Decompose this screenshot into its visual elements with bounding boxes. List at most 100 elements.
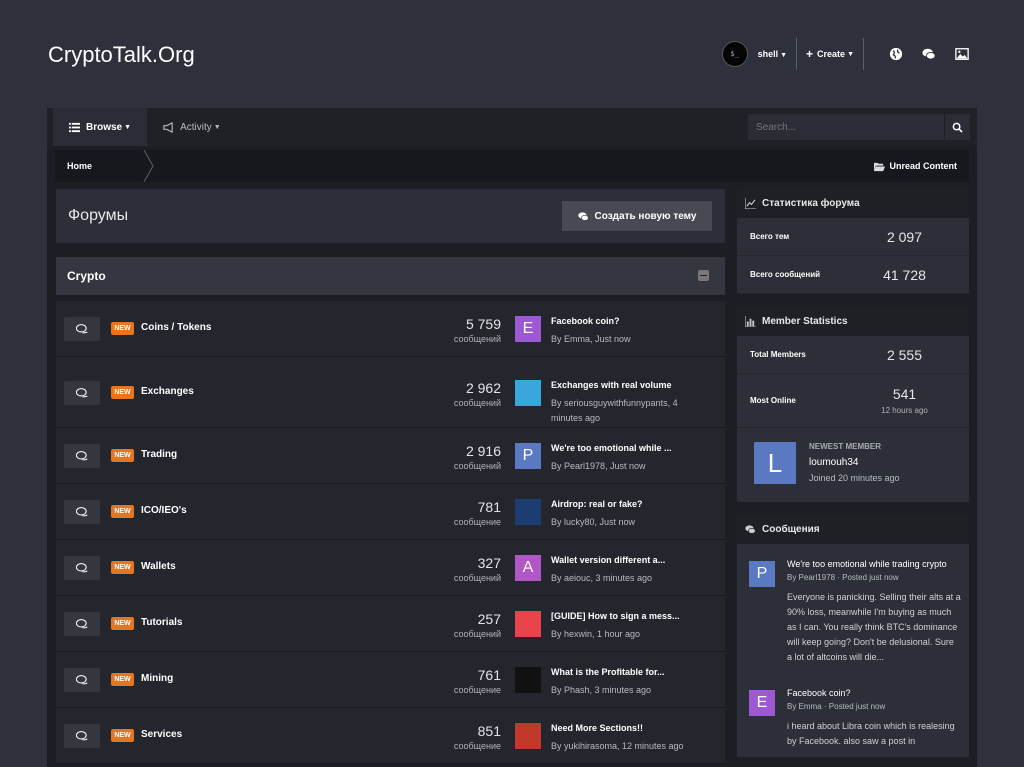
forum-row: NEW Trading 2 916 сообщений P We're too emoti… [56,428,725,484]
forum-chat-icon[interactable] [64,444,100,468]
forum-row: NEW ICO/IEO's 781 сообщение Airdrop: real or… [56,484,725,540]
breadcrumb-separator-icon [143,150,154,182]
forum-name[interactable]: Coins / Tokens [141,322,211,333]
last-post-author: By seriousguywithfunnypants, 4 minutes a… [551,398,678,423]
last-post-author: By hexwin, 1 hour ago [551,629,641,639]
avatar[interactable] [515,611,541,637]
last-post-title[interactable]: We're too emotional while ... [551,443,701,453]
last-post-author: By Emma, Just now [551,334,631,344]
last-post-title[interactable]: Need More Sections!! [551,723,701,733]
stat-sub[interactable]: 12 hours ago [857,406,952,415]
collapse-icon[interactable] [698,270,709,281]
new-topic-button[interactable]: Создать новую тему [562,201,712,231]
posts-block: Сообщения P We're too emotional while tra… [737,514,969,757]
tab-activity[interactable]: Activity ▼ [147,108,237,146]
chat-icon[interactable] [919,44,939,64]
post-body: Everyone is panicking. Selling their alt… [787,592,961,662]
category-title[interactable]: Crypto [56,269,106,283]
last-post-title[interactable]: [GUIDE] How to sign a mess... [551,611,701,621]
site-title[interactable]: CryptoTalk.Org [48,42,195,68]
member-stats-header: Member Statistics [737,306,969,336]
last-post-title[interactable]: Facebook coin? [551,316,701,326]
avatar[interactable]: E [515,316,541,342]
stat-most-online: Most Online 541 12 hours ago [737,374,969,428]
forum-chat-icon[interactable] [64,724,100,748]
post-title[interactable]: Facebook coin? [787,688,961,698]
forum-name[interactable]: Mining [141,673,173,684]
create-label: Create [817,49,846,59]
forum-stats-header: Статистика форума [737,188,969,218]
avatar[interactable]: P [515,443,541,469]
new-badge: NEW [111,617,134,630]
member-stats-block: Member Statistics Total Members 2 555 Mo… [737,306,969,502]
nav-bar: Browse ▼ Activity ▼ [47,108,977,146]
forum-post-count: 257 [477,611,501,627]
forum-stats-title: Статистика форума [762,197,860,209]
forum-post-count-label: сообщений [453,461,501,471]
new-badge: NEW [111,322,134,335]
user-menu-button[interactable]: shell ▼ [758,49,787,59]
chevron-down-icon: ▼ [847,50,854,58]
forum-post-count-label: сообщение [453,685,501,695]
divider [796,38,798,70]
forum-name[interactable]: Exchanges [141,386,194,397]
page-header: Форумы Создать новую тему [56,189,725,243]
new-badge: NEW [111,449,134,462]
avatar[interactable]: $_ [721,41,748,67]
stat-label: Total Members [750,350,806,359]
search-button[interactable] [944,114,970,140]
avatar[interactable] [515,380,541,406]
avatar[interactable]: A [515,555,541,581]
chat-icon [745,524,756,534]
forum-post-count-label: сообщений [453,334,501,344]
post-title[interactable]: We're too emotional while trading crypto [787,559,961,569]
last-post-title[interactable]: Airdrop: real or fake? [551,499,701,509]
forum-name[interactable]: Services [141,729,182,740]
posts-title: Сообщения [762,523,820,535]
user-name: shell [757,49,779,59]
avatar[interactable] [515,723,541,749]
last-post-title[interactable]: Wallet version different a... [551,555,701,565]
tab-browse[interactable]: Browse ▼ [53,108,148,146]
folder-open-icon [873,162,885,171]
avatar[interactable]: P [749,561,775,587]
forum-post-count: 2 962 [465,380,501,396]
forum-row: NEW Services 851 сообщение Need More Section… [56,708,725,764]
posts-list: P We're too emotional while trading crypt… [737,544,969,757]
stat-value: 541 [892,386,917,402]
avatar[interactable]: L [754,442,796,484]
forum-chat-icon[interactable] [64,612,100,636]
last-post-author: By Pearl1978, Just now [551,461,646,471]
create-button[interactable]: + Create ▼ [806,47,854,61]
breadcrumb-home[interactable]: Home [55,150,110,182]
line-chart-icon [745,197,756,209]
forum-chat-icon[interactable] [64,317,100,341]
last-post-title[interactable]: Exchanges with real volume [551,380,701,390]
forum-post-count-label: сообщений [453,573,501,583]
image-icon[interactable] [952,44,972,64]
forum-name[interactable]: Tutorials [141,617,182,628]
avatar[interactable] [515,499,541,525]
stat-value: 41 728 [883,266,926,283]
forum-name[interactable]: Wallets [141,561,176,572]
forum-name[interactable]: Trading [141,449,177,460]
forum-name[interactable]: ICO/IEO's [141,505,187,516]
forum-chat-icon[interactable] [64,556,100,580]
forum-chat-icon[interactable] [64,500,100,524]
last-post-author: By lucky80, Just now [551,517,636,527]
globe-icon[interactable] [886,44,906,64]
breadcrumb: Home Unread Content [55,150,969,182]
last-post-title[interactable]: What is the Profitable for... [551,667,701,677]
newest-member-name[interactable]: loumouh34 [809,457,858,468]
bar-chart-icon [745,315,756,327]
forum-chat-icon[interactable] [64,668,100,692]
forum-chat-icon[interactable] [64,381,100,405]
new-badge: NEW [111,729,134,742]
avatar[interactable] [515,667,541,693]
forum-post-count: 327 [477,555,501,571]
member-stats-title: Member Statistics [762,315,848,327]
search-input[interactable] [748,114,946,140]
avatar[interactable]: E [749,690,775,716]
forum-row: NEW Coins / Tokens 5 759 сообщений E Facebook… [56,301,725,357]
unread-content-link[interactable]: Unread Content [873,161,957,172]
